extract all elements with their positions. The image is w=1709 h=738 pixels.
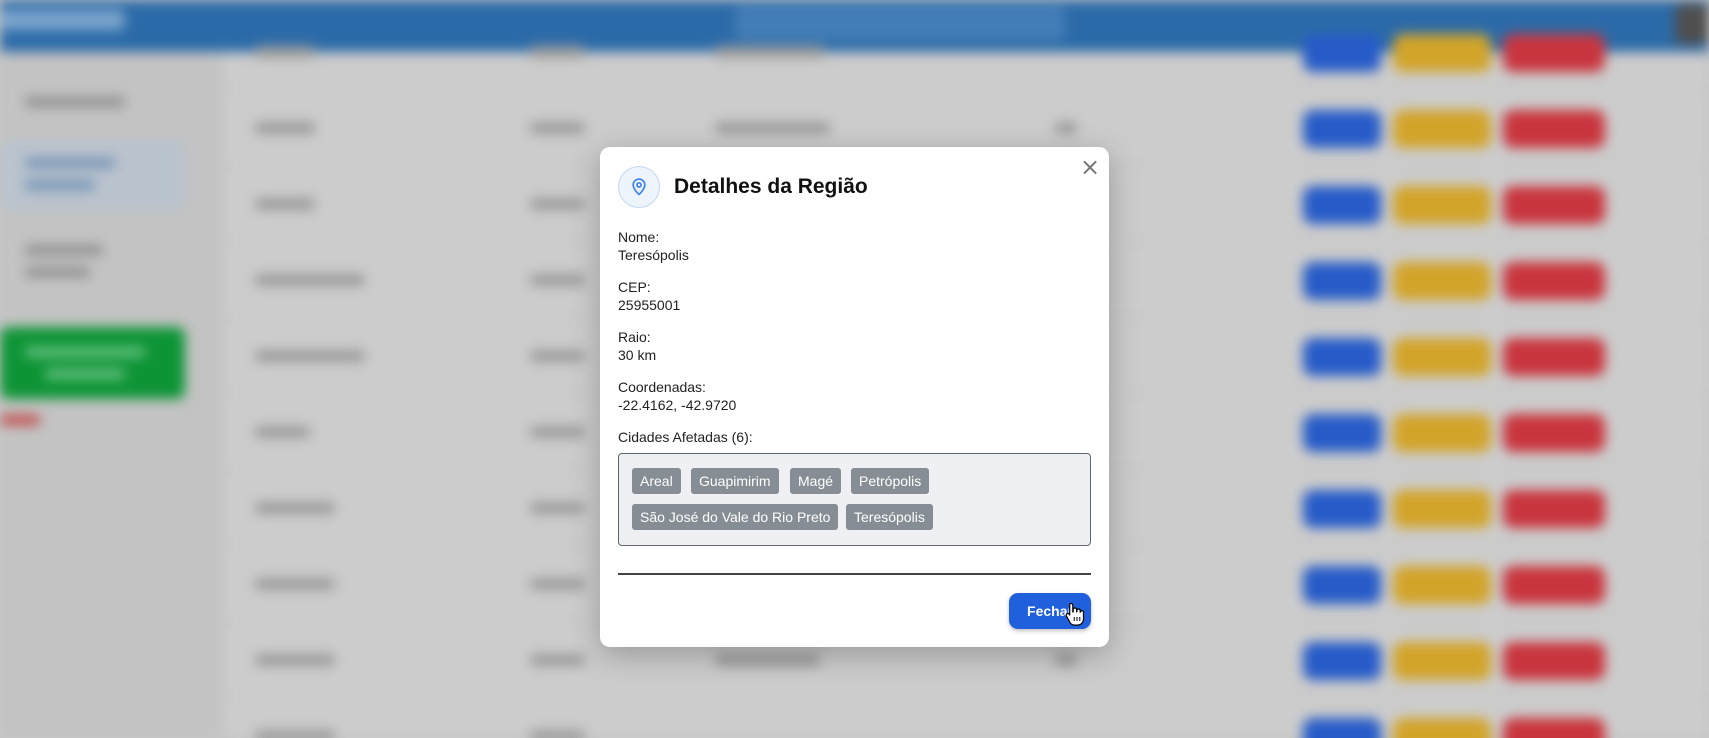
modal-divider	[618, 573, 1091, 575]
field-label: CEP:	[618, 279, 651, 295]
field-coordinates: Coordenadas: -22.4162, -42.9720	[618, 378, 736, 414]
field-radius: Raio: 30 km	[618, 328, 656, 364]
field-label: Coordenadas:	[618, 379, 706, 395]
modal-title: Detalhes da Região	[674, 175, 868, 198]
city-chip: São José do Vale do Rio Preto	[632, 504, 839, 530]
field-label: Raio:	[618, 329, 651, 345]
location-pin-icon	[618, 166, 660, 208]
close-icon[interactable]: ×	[1078, 155, 1102, 179]
close-button[interactable]: Fechar	[1009, 593, 1091, 629]
city-chip: Magé	[790, 468, 842, 494]
city-chip: Teresópolis	[846, 504, 933, 530]
field-cep: CEP: 25955001	[618, 278, 680, 314]
city-chip: Guapimirim	[691, 468, 779, 494]
city-chip: Areal	[632, 468, 681, 494]
field-name: Nome: Teresópolis	[618, 228, 689, 264]
field-value: Teresópolis	[618, 247, 689, 263]
field-value: -22.4162, -42.9720	[618, 397, 737, 413]
cities-label: Cidades Afetadas (6):	[618, 429, 753, 445]
field-value: 30 km	[618, 347, 657, 363]
field-value: 25955001	[618, 297, 681, 313]
region-details-modal: × Detalhes da Região Nome: Teresópolis C…	[600, 147, 1109, 647]
field-label: Nome:	[618, 229, 660, 245]
affected-cities-list: Areal Guapimirim Magé Petrópolis São Jos…	[618, 453, 1091, 546]
city-chip: Petrópolis	[851, 468, 930, 494]
